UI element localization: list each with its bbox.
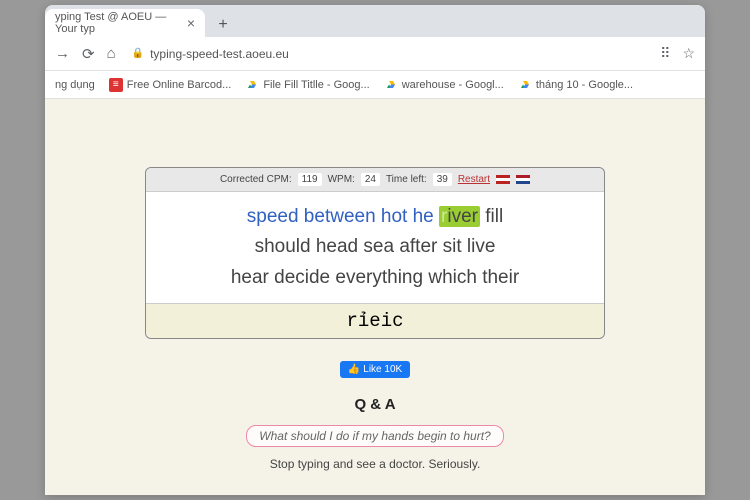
drive-icon xyxy=(518,79,532,91)
bookmarks-label: ng dụng xyxy=(55,79,95,91)
current-word: river xyxy=(439,206,480,227)
typing-input[interactable] xyxy=(152,310,598,332)
restart-link[interactable]: Restart xyxy=(458,174,490,185)
star-icon[interactable]: ☆ xyxy=(682,45,695,62)
completed-words: speed between hot he xyxy=(247,206,439,227)
cpm-value: 119 xyxy=(298,173,322,186)
stats-bar: Corrected CPM: 119 WPM: 24 Time left: 39… xyxy=(146,168,604,192)
reload-icon[interactable]: ⟳ xyxy=(82,45,95,63)
cpm-label: Corrected CPM: xyxy=(220,174,292,185)
time-label: Time left: xyxy=(386,174,427,185)
bookmarks-bar: ng dụng ≡Free Online Barcod... File Fill… xyxy=(45,71,705,99)
address-bar[interactable]: 🔒 typing-speed-test.aoeu.eu xyxy=(128,47,649,61)
words-display: speed between hot he river fill should h… xyxy=(146,192,604,303)
page-content: Corrected CPM: 119 WPM: 24 Time left: 39… xyxy=(45,99,705,495)
qa-question: What should I do if my hands begin to hu… xyxy=(246,425,503,447)
wpm-label: WPM: xyxy=(328,174,355,185)
facebook-like-button[interactable]: 👍 Like 10K xyxy=(340,361,410,378)
close-icon[interactable]: × xyxy=(187,15,195,31)
flag-us-icon[interactable] xyxy=(496,175,510,184)
thumbs-up-icon: 👍 xyxy=(348,364,360,375)
flag-nl-icon[interactable] xyxy=(516,175,530,184)
browser-window: yping Test @ AOEU — Your typ × + → ⟳ ⌂ 🔒… xyxy=(45,5,705,495)
typing-input-row xyxy=(146,303,604,338)
url-text: typing-speed-test.aoeu.eu xyxy=(150,47,289,61)
pending-line: hear decide everything which their xyxy=(160,263,590,293)
bookmark-item[interactable]: ≡Free Online Barcod... xyxy=(109,78,232,92)
translate-icon[interactable]: ⠿ xyxy=(660,45,670,62)
bookmark-item[interactable]: tháng 10 - Google... xyxy=(518,79,633,91)
bookmark-item[interactable]: warehouse - Googl... xyxy=(384,79,504,91)
qa-heading: Q & A xyxy=(354,396,395,413)
wpm-value: 24 xyxy=(361,173,380,186)
bookmark-item[interactable]: File Fill Titlle - Goog... xyxy=(245,79,369,91)
browser-toolbar: → ⟳ ⌂ 🔒 typing-speed-test.aoeu.eu ⠿ ☆ xyxy=(45,37,705,71)
pending-words: fill xyxy=(480,206,503,227)
new-tab-button[interactable]: + xyxy=(211,13,235,37)
browser-tab[interactable]: yping Test @ AOEU — Your typ × xyxy=(45,9,205,37)
pending-line: should head sea after sit live xyxy=(160,232,590,262)
time-value: 39 xyxy=(433,173,452,186)
lock-icon: 🔒 xyxy=(132,48,144,59)
qa-answer: Stop typing and see a doctor. Seriously. xyxy=(270,457,481,471)
tab-title: yping Test @ AOEU — Your typ xyxy=(55,11,181,35)
typing-test-box: Corrected CPM: 119 WPM: 24 Time left: 39… xyxy=(145,167,605,339)
home-icon[interactable]: ⌂ xyxy=(107,45,116,62)
bookmark-icon: ≡ xyxy=(109,78,123,92)
forward-icon[interactable]: → xyxy=(55,45,70,62)
tab-bar: yping Test @ AOEU — Your typ × + xyxy=(45,5,705,37)
drive-icon xyxy=(384,79,398,91)
drive-icon xyxy=(245,79,259,91)
